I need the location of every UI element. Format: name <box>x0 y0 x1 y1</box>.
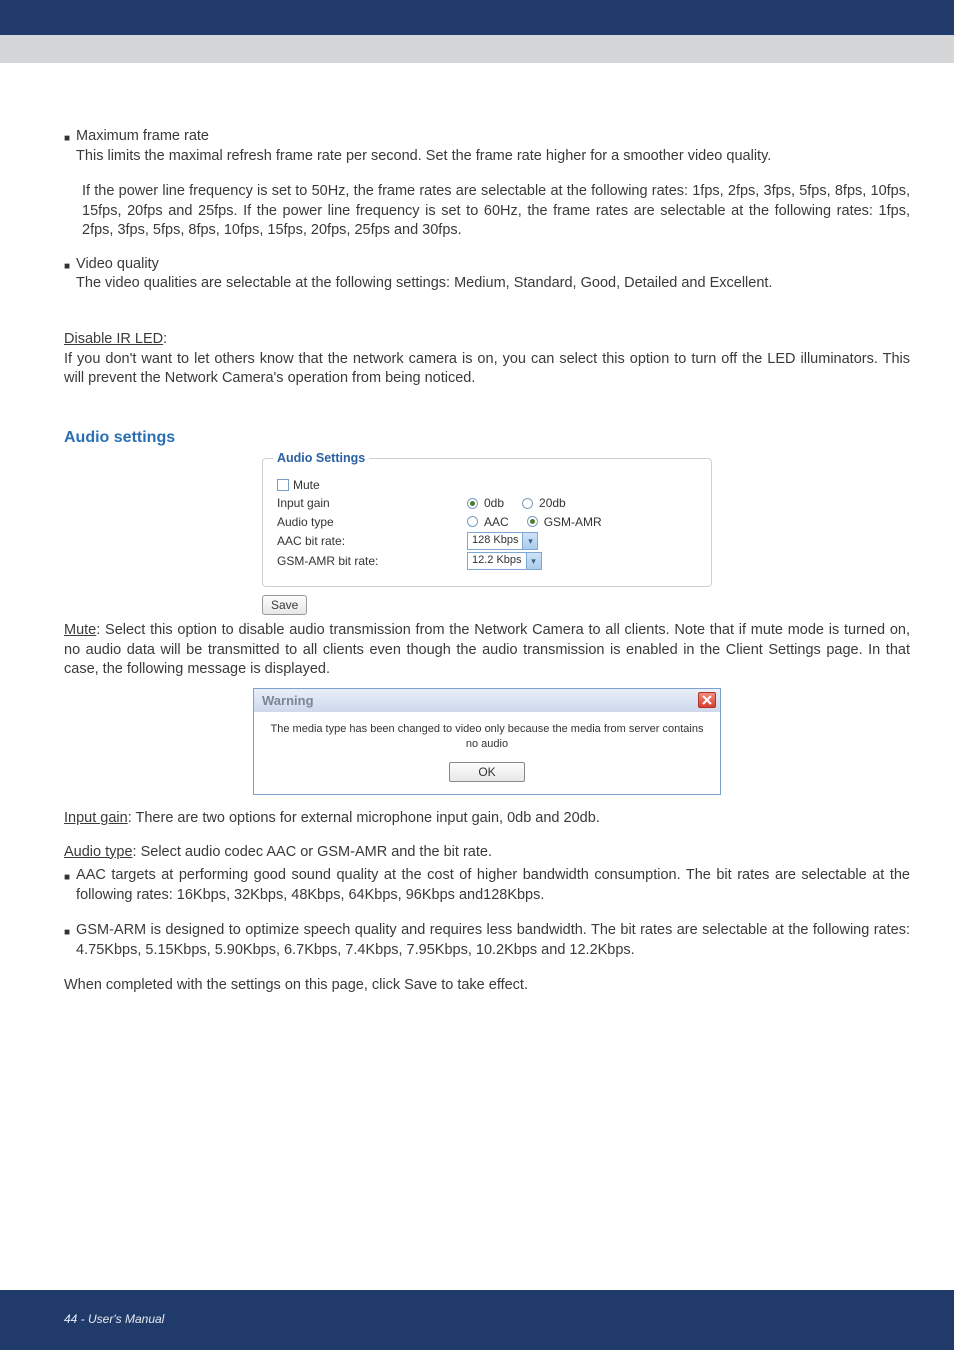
warning-message: The media type has been changed to video… <box>264 722 710 752</box>
ok-button[interactable]: OK <box>449 762 524 782</box>
disable-ir-led-text: If you don't want to let others know tha… <box>64 350 910 389</box>
bullet-gsm: ■ GSM-ARM is designed to optimize speech… <box>64 921 910 964</box>
input-gain-label: Input gain <box>277 495 467 511</box>
radio-aac-label: AAC <box>484 514 509 530</box>
radio-gsm-amr-label: GSM-AMR <box>544 514 602 530</box>
audio-type-label: Audio type <box>277 514 467 530</box>
radio-0db[interactable] <box>467 498 478 509</box>
aac-bitrate-select[interactable]: 128 Kbps ▾ <box>467 532 538 550</box>
square-bullet-icon: ■ <box>64 926 70 964</box>
audio-type-text: : Select audio codec AAC or GSM-AMR and … <box>133 844 492 860</box>
closing-paragraph: When completed with the settings on this… <box>64 976 910 996</box>
video-quality-title: Video quality <box>76 255 910 275</box>
close-icon <box>702 695 712 705</box>
chevron-down-icon: ▾ <box>522 533 537 549</box>
square-bullet-icon: ■ <box>64 871 70 909</box>
disable-ir-led-block: Disable IR LED: If you don't want to let… <box>64 330 910 389</box>
gsm-bitrate-label: GSM-AMR bit rate: <box>277 553 467 569</box>
audio-type-paragraph: Audio type: Select audio codec AAC or GS… <box>64 843 910 863</box>
header-grey-band: VIVOTEK - A Leading Provider of Multimed… <box>0 35 954 63</box>
audio-settings-panel: Audio Settings Mute Input gain 0db 20db … <box>262 458 712 587</box>
chevron-down-icon: ▾ <box>526 553 541 569</box>
radio-20db[interactable] <box>522 498 533 509</box>
colon: : <box>163 331 167 347</box>
input-gain-paragraph: Input gain: There are two options for ex… <box>64 809 910 829</box>
save-button[interactable]: Save <box>262 595 307 615</box>
bullet-video-quality: ■ Video quality The video qualities are … <box>64 255 910 298</box>
bullet-aac: ■ AAC targets at performing good sound q… <box>64 866 910 909</box>
input-gain-term: Input gain <box>64 810 128 826</box>
square-bullet-icon: ■ <box>64 132 70 170</box>
mute-checkbox-label: Mute <box>293 477 320 493</box>
radio-aac[interactable] <box>467 516 478 527</box>
radio-gsm-amr[interactable] <box>527 516 538 527</box>
page-content: ■ Maximum frame rate This limits the max… <box>0 63 954 996</box>
max-frame-rate-p2: If the power line frequency is set to 50… <box>82 182 910 241</box>
video-quality-p1: The video qualities are selectable at th… <box>76 274 910 294</box>
radio-20db-label: 20db <box>539 495 566 511</box>
audio-type-term: Audio type <box>64 844 133 860</box>
max-frame-rate-title: Maximum frame rate <box>76 127 910 147</box>
mute-text: : Select this option to disable audio tr… <box>64 622 910 677</box>
warning-title-text: Warning <box>262 692 314 710</box>
audio-settings-heading: Audio settings <box>64 427 910 449</box>
gsm-bitrate-select[interactable]: 12.2 Kbps ▾ <box>467 552 542 570</box>
aac-bitrate-label: AAC bit rate: <box>277 533 467 549</box>
max-frame-rate-p1: This limits the maximal refresh frame ra… <box>76 147 910 167</box>
audio-settings-legend: Audio Settings <box>273 450 369 467</box>
bullet-max-frame-rate: ■ Maximum frame rate This limits the max… <box>64 127 910 170</box>
warning-titlebar: Warning <box>254 689 720 713</box>
radio-0db-label: 0db <box>484 495 504 511</box>
disable-ir-led-label: Disable IR LED <box>64 331 163 347</box>
mute-checkbox[interactable] <box>277 479 289 491</box>
footer-text: 44 - User's Manual <box>64 1312 164 1326</box>
page-footer: 44 - User's Manual <box>0 1290 954 1350</box>
input-gain-text: : There are two options for external mic… <box>128 810 600 826</box>
mute-paragraph: Mute: Select this option to disable audi… <box>64 621 910 680</box>
gsm-bitrate-value: 12.2 Kbps <box>468 553 526 568</box>
gsm-bullet-text: GSM-ARM is designed to optimize speech q… <box>76 921 910 960</box>
mute-term: Mute <box>64 622 96 638</box>
aac-bitrate-value: 128 Kbps <box>468 533 522 548</box>
aac-bullet-text: AAC targets at performing good sound qua… <box>76 866 910 905</box>
square-bullet-icon: ■ <box>64 260 70 298</box>
warning-dialog: Warning The media type has been changed … <box>253 688 721 795</box>
close-button[interactable] <box>698 692 716 708</box>
top-blue-band <box>0 0 954 35</box>
